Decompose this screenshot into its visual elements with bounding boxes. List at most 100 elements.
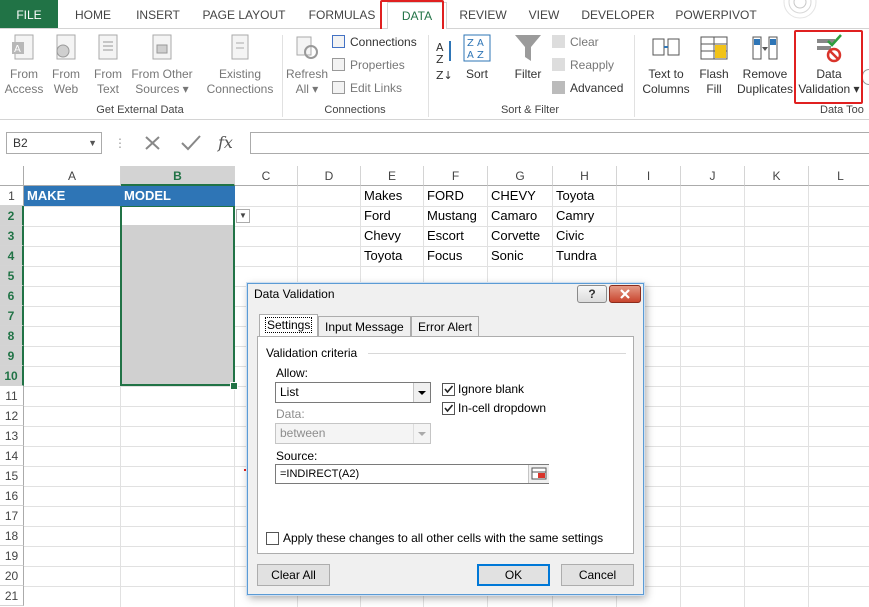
from-other-sources-button[interactable]: From Other Sources ▾ [128,33,196,97]
tab-review[interactable]: REVIEW [452,0,514,28]
tab-input-message[interactable]: Input Message [318,316,411,336]
filter-button[interactable]: Filter [508,33,548,82]
reapply-button[interactable]: Reapply [552,56,614,74]
row-header-21[interactable]: 21 [0,586,24,606]
from-web-button[interactable]: From Web [46,33,86,97]
row-header-5[interactable]: 5 [0,266,24,286]
confirm-entry-icon[interactable] [180,134,202,152]
dialog-close-button[interactable] [609,285,641,303]
row-header-10[interactable]: 10 [0,366,24,386]
refresh-all-button[interactable]: Refresh All ▾ [284,33,330,97]
properties-button[interactable]: Properties [332,56,405,74]
column-header-k[interactable]: K [745,166,809,186]
dialog-help-button[interactable]: ? [577,285,607,303]
tab-developer[interactable]: DEVELOPER [578,0,658,28]
ignore-blank-checkbox[interactable] [442,383,455,396]
row-header-7[interactable]: 7 [0,306,24,326]
row-header-15[interactable]: 15 [0,466,24,486]
column-header-g[interactable]: G [488,166,553,186]
table-cell[interactable]: CHEVY [488,186,553,206]
row-header-20[interactable]: 20 [0,566,24,586]
consolidate-icon[interactable] [862,69,869,85]
cell-b1[interactable]: MODEL [121,186,235,206]
in-cell-dropdown-label[interactable]: In-cell dropdown [458,401,546,415]
from-text-button[interactable]: From Text [88,33,128,97]
column-header-a[interactable]: A [24,166,121,186]
row-header-17[interactable]: 17 [0,506,24,526]
apply-to-all-label[interactable]: Apply these changes to all other cells w… [283,531,603,545]
in-cell-dropdown-checkbox[interactable] [442,402,455,415]
table-cell[interactable]: Civic [553,226,617,246]
formula-bar-options-icon[interactable]: ⋮ [114,132,126,154]
text-to-columns-button[interactable]: Text to Columns [638,33,694,97]
row-header-2[interactable]: 2 [0,206,24,226]
insert-function-icon[interactable]: fx [218,132,233,154]
column-header-i[interactable]: I [617,166,681,186]
sort-button[interactable]: Z A A Z Sort [460,33,494,82]
tab-view[interactable]: VIEW [522,0,566,28]
clear-filter-button[interactable]: Clear [552,33,599,51]
select-all-corner[interactable] [0,166,24,186]
connections-button[interactable]: Connections [332,33,417,51]
ok-button[interactable]: OK [477,564,550,586]
column-header-e[interactable]: E [361,166,424,186]
tab-error-alert[interactable]: Error Alert [411,316,480,336]
row-header-8[interactable]: 8 [0,326,24,346]
row-header-1[interactable]: 1 [0,186,24,206]
column-header-h[interactable]: H [553,166,617,186]
cancel-button[interactable]: Cancel [561,564,634,586]
source-input[interactable]: =INDIRECT(A2) [275,464,549,484]
cell-a1[interactable]: MAKE [24,186,121,206]
data-dropdown-arrow-icon[interactable] [413,424,430,443]
tab-powerpivot[interactable]: POWERPIVOT [668,0,764,28]
row-header-9[interactable]: 9 [0,346,24,366]
flash-fill-button[interactable]: Flash Fill [696,33,732,97]
row-header-14[interactable]: 14 [0,446,24,466]
cell-dropdown-arrow-icon[interactable]: ▼ [236,209,250,223]
advanced-filter-button[interactable]: Advanced [552,79,623,97]
table-cell[interactable]: FORD [424,186,488,206]
row-header-6[interactable]: 6 [0,286,24,306]
tab-file[interactable]: FILE [0,0,58,28]
table-cell[interactable]: Ford [361,206,424,226]
row-header-3[interactable]: 3 [0,226,24,246]
table-cell[interactable]: Escort [424,226,488,246]
column-header-b[interactable]: B [121,166,235,186]
apply-to-all-checkbox[interactable] [266,532,279,545]
row-header-11[interactable]: 11 [0,386,24,406]
allow-select[interactable]: List [275,382,431,403]
active-cell-b2[interactable] [122,207,233,225]
table-cell[interactable]: Toyota [553,186,617,206]
table-cell[interactable]: Chevy [361,226,424,246]
column-header-f[interactable]: F [424,166,488,186]
tab-home[interactable]: HOME [62,0,124,28]
row-header-13[interactable]: 13 [0,426,24,446]
table-cell[interactable]: Mustang [424,206,488,226]
ignore-blank-label[interactable]: Ignore blank [458,382,524,396]
table-cell[interactable]: Toyota [361,246,424,266]
range-picker-button[interactable] [528,465,549,483]
remove-duplicates-button[interactable]: Remove Duplicates [734,33,796,97]
table-cell[interactable]: Camry [553,206,617,226]
table-cell[interactable]: Corvette [488,226,553,246]
formula-input[interactable] [250,132,869,154]
row-header-16[interactable]: 16 [0,486,24,506]
cancel-entry-icon[interactable] [143,134,163,152]
table-cell[interactable]: Makes [361,186,424,206]
column-header-j[interactable]: J [681,166,745,186]
table-cell[interactable]: Focus [424,246,488,266]
column-header-d[interactable]: D [298,166,361,186]
fill-handle[interactable] [230,382,238,390]
tab-insert[interactable]: INSERT [126,0,190,28]
name-box[interactable]: B2 ▼ [6,132,102,154]
edit-links-button[interactable]: Edit Links [332,79,402,97]
table-cell[interactable]: Camaro [488,206,553,226]
tab-formulas[interactable]: FORMULAS [302,0,382,28]
row-header-4[interactable]: 4 [0,246,24,266]
column-header-l[interactable]: L [809,166,869,186]
clear-all-button[interactable]: Clear All [257,564,330,586]
name-box-dropdown-icon[interactable]: ▼ [88,133,97,153]
row-header-12[interactable]: 12 [0,406,24,426]
data-select[interactable]: between [275,423,431,444]
allow-dropdown-arrow-icon[interactable] [413,383,430,402]
